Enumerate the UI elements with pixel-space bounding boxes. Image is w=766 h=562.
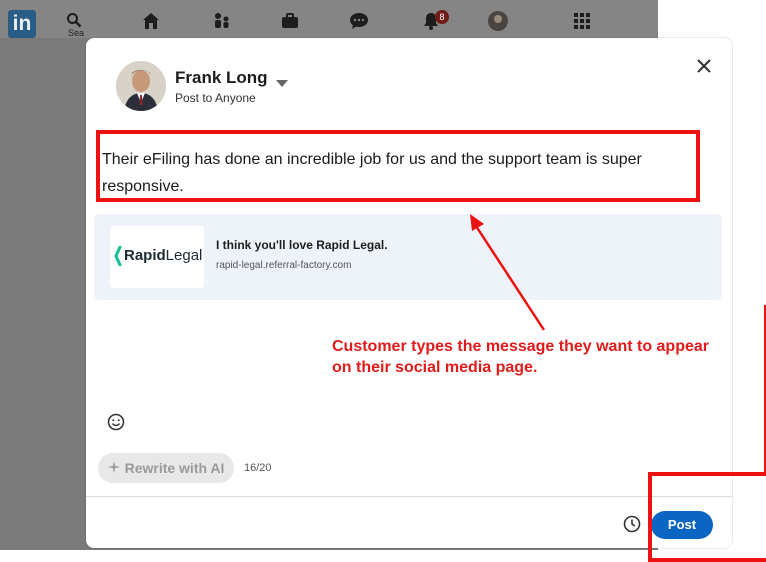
annotation-caption: Customer types the message they want to …: [332, 338, 709, 376]
annotation-arrow: [470, 214, 546, 331]
